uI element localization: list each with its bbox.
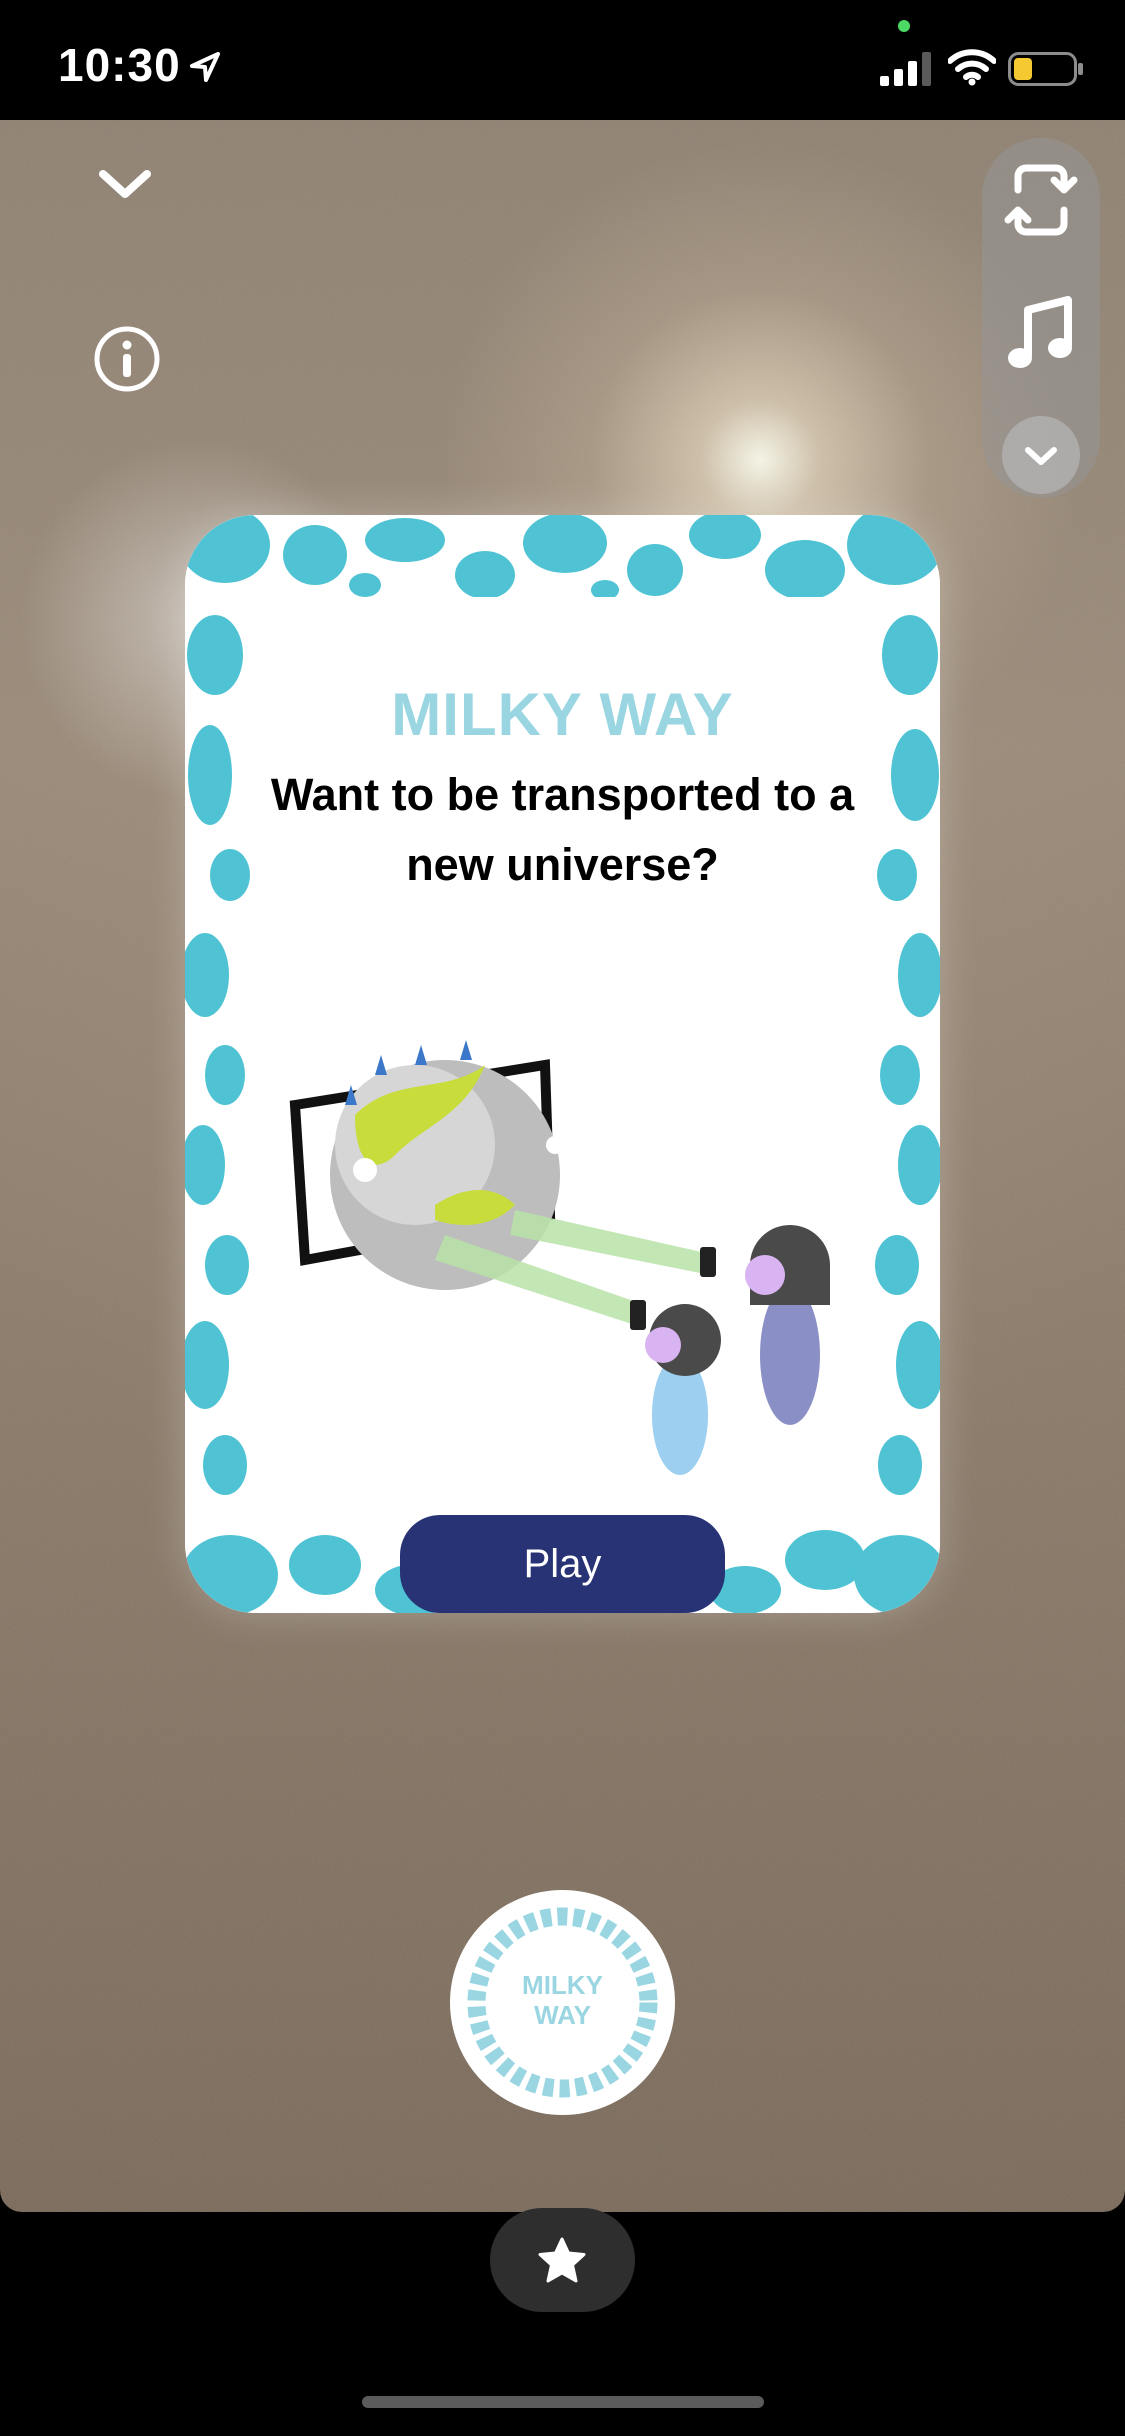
battery-icon bbox=[1008, 52, 1083, 86]
signal-icon bbox=[880, 52, 931, 86]
star-icon bbox=[538, 2237, 586, 2283]
chevron-down-icon[interactable] bbox=[95, 160, 155, 210]
play-button[interactable]: Play bbox=[400, 1515, 725, 1613]
home-indicator[interactable] bbox=[362, 2396, 764, 2408]
music-note-icon[interactable] bbox=[1006, 296, 1076, 376]
lens-button-label: MILKY WAY bbox=[450, 1970, 675, 2030]
status-bar: 10:30 bbox=[0, 0, 1125, 120]
lens-label-line2: WAY bbox=[534, 2000, 591, 2030]
mic-indicator-dot bbox=[898, 20, 910, 32]
card-headline: Want to be transported to a new universe… bbox=[270, 769, 855, 890]
info-icon[interactable] bbox=[93, 325, 161, 393]
status-time: 10:30 bbox=[58, 39, 181, 91]
card-title: MILKY WAY bbox=[391, 681, 734, 748]
wifi-icon bbox=[948, 49, 996, 86]
more-tools-button[interactable] bbox=[1002, 416, 1080, 494]
camera-tools-pill bbox=[982, 138, 1100, 498]
lens-capture-button[interactable]: MILKY WAY bbox=[450, 1890, 675, 2115]
camera-flip-icon[interactable] bbox=[1004, 160, 1078, 240]
camera-view: MILKY WAY Want to be transported to a ne… bbox=[0, 120, 1125, 2212]
location-arrow-icon bbox=[190, 52, 220, 82]
favorite-button[interactable] bbox=[490, 2208, 635, 2312]
lens-illustration bbox=[289, 1035, 830, 1475]
lens-card: MILKY WAY Want to be transported to a ne… bbox=[185, 515, 940, 1613]
chevron-down-circle-icon bbox=[1025, 447, 1057, 465]
lens-label-line1: MILKY bbox=[522, 1970, 603, 2000]
